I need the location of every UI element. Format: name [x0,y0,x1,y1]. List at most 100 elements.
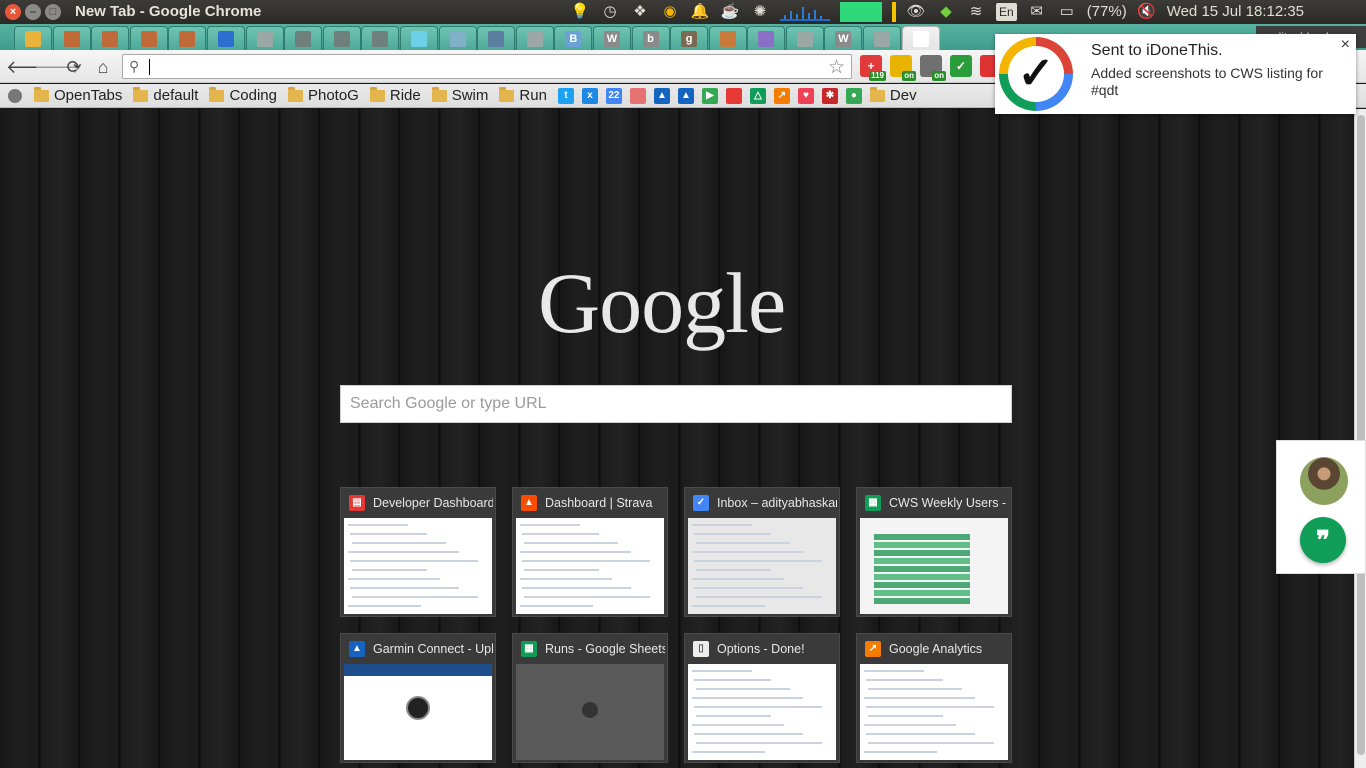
volume-icon[interactable]: 🔇 [1137,2,1157,22]
omnibox-input[interactable] [149,57,829,76]
tab-goodreads[interactable]: g [670,26,709,50]
wifi-icon[interactable]: ≋ [966,2,986,22]
bookmark-folder[interactable]: OpenTabs [34,86,122,104]
tab-flickr[interactable] [14,26,52,50]
window-minimize-button[interactable]: – [25,4,41,20]
bookmark-folder[interactable]: Swim [431,86,488,104]
thumbnail-line [692,670,752,672]
most-visited-tile[interactable]: ▯ Options - Done! [684,633,840,763]
forward-button[interactable]: 🡒 [34,56,82,78]
notification-close-button[interactable]: × [1341,36,1350,54]
bookmark-folder[interactable]: Coding [209,86,277,104]
dropbox-icon[interactable]: ❖ [630,2,650,22]
garmin-icon-2[interactable]: ▲ [677,87,694,104]
pinwheel-icon[interactable]: ✺ [750,2,770,22]
store-icon[interactable] [725,87,742,104]
garmin-icon-1[interactable]: ▲ [653,87,670,104]
bookmark-folder[interactable]: default [133,86,198,104]
tab-check[interactable] [863,26,902,50]
most-visited-tile[interactable]: ▤ Developer Dashboard [340,487,496,617]
tab-strava[interactable] [708,26,747,50]
tab-bolt[interactable] [399,26,438,50]
maps-pin-icon[interactable]: ● [845,87,862,104]
tab-chrome-webstore[interactable] [206,26,245,50]
pocket-icon[interactable]: ♥ [797,87,814,104]
bell-icon[interactable]: 🔔 [690,2,710,22]
tab-w-1[interactable]: W [592,26,631,50]
back-button[interactable]: 🡐 [6,56,54,78]
bookmark-folder[interactable]: Ride [369,86,421,104]
tab-layers-3[interactable] [361,26,400,50]
home-button[interactable]: ⌂ [92,56,114,78]
tab-profile-4[interactable] [168,26,207,50]
thumbnail-line [694,679,771,681]
tab-layers-2[interactable] [322,26,361,50]
tab-doc-3[interactable] [785,26,824,50]
tab-doc-2[interactable] [515,26,554,50]
evernote-icon[interactable]: ◆ [936,2,956,22]
ext-tasks-icon[interactable]: ✓ [950,55,972,77]
most-visited-tile[interactable]: ✓ Inbox – adityabhaskar [684,487,840,617]
tab-profile-1[interactable] [52,26,91,50]
bookmark-star-icon[interactable]: ☆ [828,56,845,79]
most-visited-tile[interactable]: ▲ Dashboard | Strava [512,487,668,617]
most-visited-tile[interactable]: ▦ CWS Weekly Users - Google [856,487,1012,617]
apps-icon[interactable] [8,88,22,103]
window-close-button[interactable]: × [5,4,21,20]
tab-link[interactable] [477,26,516,50]
cpu-meter-icon[interactable] [840,2,882,22]
most-visited-tile[interactable]: ▦ Runs - Google Sheets [512,633,668,763]
tab-b-2[interactable]: b [631,26,670,50]
omnibox[interactable]: ⚲ ☆ [122,54,852,79]
most-visited-tile[interactable]: ↗ Google Analytics [856,633,1012,763]
eye-icon[interactable]: 👁 [906,2,926,22]
bookmark-folder[interactable]: Run [499,86,547,104]
battery-icon[interactable]: ▭ [1057,2,1077,22]
tab-b-1[interactable]: B [554,26,593,50]
ext-health-icon[interactable]: +119 [860,55,886,81]
network-graph-icon[interactable] [780,3,830,21]
keyboard-language-indicator[interactable]: En [996,3,1017,21]
tab-iba[interactable] [438,26,477,50]
calendar-icon[interactable]: 22 [605,87,622,104]
x-icon[interactable]: x [581,87,598,104]
analytics-icon[interactable]: ↗ [773,87,790,104]
chart-icon[interactable] [629,87,646,104]
chrome-icon[interactable]: ◉ [660,2,680,22]
reload-button[interactable]: ⟳ [63,56,85,78]
lightbulb-icon[interactable]: 💡 [570,2,590,22]
hangouts-button[interactable]: ❞ [1300,517,1346,563]
twitter-icon[interactable]: t [557,87,574,104]
ntp-search-box[interactable] [340,385,1012,423]
tab-w-2[interactable]: W [824,26,863,50]
thumbnail-line [874,558,970,564]
ext-lock-icon[interactable]: on [890,55,916,81]
asterisk-icon[interactable]: ✱ [821,87,838,104]
ntp-search-input[interactable] [341,386,1011,422]
memory-meter-icon[interactable] [892,2,896,22]
avatar[interactable] [1300,457,1348,505]
cup-icon[interactable]: ☕ [720,2,740,22]
window-maximize-button[interactable]: □ [45,4,61,20]
notification-popup[interactable]: ✓ Sent to iDoneThis. Added screenshots t… [995,34,1356,114]
tab-doc-1[interactable] [245,26,284,50]
play-store-icon[interactable]: ▶ [701,87,718,104]
tab-circle[interactable] [747,26,786,50]
most-visited-tile[interactable]: ▲ Garmin Connect - Upload [340,633,496,763]
folder-icon [499,86,515,102]
clock-datetime[interactable]: Wed 15 Jul 18:12:35 [1167,2,1304,22]
tab-profile-3[interactable] [129,26,168,50]
tile-header: ↗ Google Analytics [857,634,1011,664]
ext-chat-icon[interactable]: on [920,55,946,81]
scrollbar-thumb[interactable] [1357,115,1365,755]
clock-icon[interactable]: ◷ [600,2,620,22]
tab-active[interactable] [901,26,940,50]
drive-icon[interactable]: △ [749,87,766,104]
tab-profile-2[interactable] [91,26,130,50]
bookmark-folder[interactable]: PhotoG [287,86,359,104]
scrollbar[interactable] [1354,109,1366,768]
mail-icon[interactable]: ✉ [1027,2,1047,22]
bookmark-folder[interactable]: Dev [869,86,917,104]
bookmark-label: Run [519,87,547,104]
tab-layers-1[interactable] [284,26,323,50]
